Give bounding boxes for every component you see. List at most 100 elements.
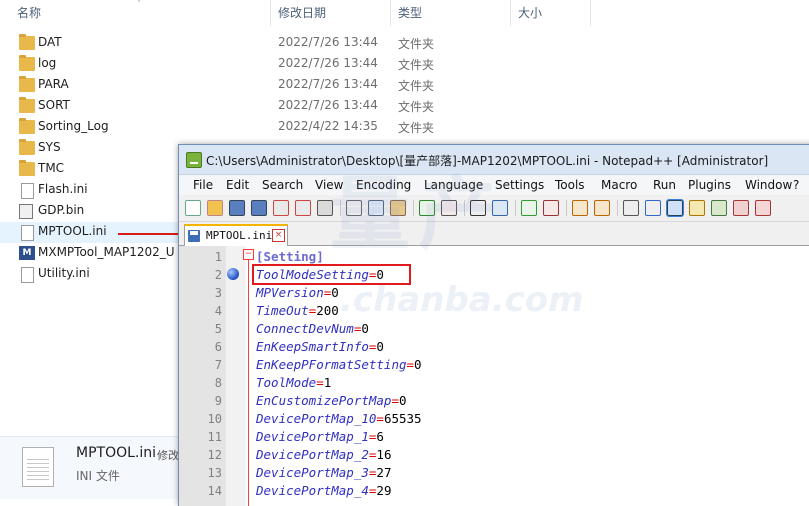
line-number: 4 [214, 304, 222, 318]
doc-map-icon[interactable] [711, 200, 727, 216]
indent-guide-icon[interactable] [666, 199, 684, 217]
line-number: 9 [214, 394, 222, 408]
code-line[interactable]: EnKeepSmartInfo=0 [256, 339, 384, 354]
menu-item-help[interactable]: ? [793, 178, 799, 192]
line-number: 3 [214, 286, 222, 300]
ini-key: DevicePortMap_4 [256, 483, 369, 498]
file-name: TMC [38, 161, 65, 175]
file-date: 2022/7/26 13:44 [278, 35, 378, 49]
close-icon[interactable] [273, 200, 289, 216]
code-line[interactable]: DevicePortMap_1=6 [256, 429, 384, 444]
ini-file-icon [21, 225, 34, 241]
file-name: SORT [38, 98, 70, 112]
column-header-name[interactable]: 名称 [17, 0, 41, 26]
menu-item-file[interactable]: File [193, 178, 213, 192]
ini-key: EnCustomizePortMap [256, 393, 392, 408]
menu-item-macro[interactable]: Macro [601, 178, 637, 192]
file-list-item[interactable]: DAT [0, 33, 180, 54]
code-line[interactable]: DevicePortMap_3=27 [256, 465, 391, 480]
ini-value: 16 [376, 447, 392, 462]
line-number: 1 [214, 250, 222, 264]
save-all-icon[interactable] [251, 200, 267, 216]
code-line[interactable]: MPVersion=0 [256, 285, 339, 300]
file-list-item[interactable]: M MXMPTool_MAP1202_U [0, 243, 180, 264]
column-header-date[interactable]: 修改日期 [278, 0, 326, 26]
wrap-icon[interactable] [623, 200, 639, 216]
function-list-icon[interactable] [733, 200, 749, 216]
ini-key: TimeOut [256, 303, 309, 318]
ini-equals: = [391, 393, 399, 408]
file-list-item[interactable]: Flash.ini [0, 180, 180, 201]
sync-v-icon[interactable] [572, 200, 588, 216]
details-pane: MPTOOL.ini 修改 INI 文件 [0, 436, 180, 499]
column-header-type[interactable]: 类型 [398, 0, 422, 26]
file-type: 文件夹 [398, 121, 435, 135]
show-all-chars-icon[interactable] [645, 200, 661, 216]
toolbar-separator [566, 200, 567, 216]
bookmark-margin[interactable] [226, 246, 246, 506]
file-list-item[interactable]: GDP.bin [0, 201, 180, 222]
tab-mptool-ini[interactable]: MPTOOL.ini × [184, 224, 288, 247]
ini-value: 0 [331, 285, 339, 300]
ini-value: 6 [376, 429, 384, 444]
new-file-icon[interactable] [185, 200, 201, 216]
ini-file-large-icon [22, 447, 54, 487]
close-all-icon[interactable] [295, 200, 311, 216]
save-icon[interactable] [229, 200, 245, 216]
file-list-item[interactable]: SYS [0, 138, 180, 159]
bin-file-icon [19, 204, 33, 219]
file-list-item[interactable]: Utility.ini [0, 264, 180, 285]
column-divider[interactable] [510, 0, 511, 26]
menu-item-edit[interactable]: Edit [226, 178, 249, 192]
ini-value: 0 [399, 393, 407, 408]
folder-icon [19, 160, 35, 176]
zoom-out-icon[interactable] [543, 200, 559, 216]
code-line[interactable]: TimeOut=200 [256, 303, 339, 318]
toolbar-separator [617, 200, 618, 216]
ini-value: 200 [316, 303, 339, 318]
code-line[interactable]: DevicePortMap_2=16 [256, 447, 391, 462]
code-line[interactable]: [Setting] [256, 249, 324, 264]
code-line[interactable]: EnKeepPFormatSetting=0 [256, 357, 422, 372]
bookmark-icon[interactable] [227, 268, 239, 280]
menu-item-search[interactable]: Search [262, 178, 303, 192]
code-line[interactable]: DevicePortMap_4=29 [256, 483, 391, 498]
ini-value: 29 [376, 483, 392, 498]
details-modified-label: 修改 [157, 449, 179, 462]
code-line[interactable]: ToolMode=1 [256, 375, 331, 390]
menu-item-tools[interactable]: Tools [555, 178, 585, 192]
column-divider[interactable] [270, 0, 271, 26]
line-number: 11 [207, 430, 222, 444]
ini-file-icon [21, 267, 34, 283]
file-list-item[interactable]: TMC [0, 159, 180, 180]
column-divider[interactable] [590, 0, 591, 26]
close-tab-icon[interactable]: × [272, 229, 285, 242]
fold-collapse-icon[interactable]: − [243, 249, 254, 260]
udl-icon[interactable] [689, 200, 705, 216]
menu-item-plugins[interactable]: Plugins [688, 178, 731, 192]
code-line[interactable]: DevicePortMap_10=65535 [256, 411, 422, 426]
ini-value: 27 [376, 465, 392, 480]
code-line[interactable]: EnCustomizePortMap=0 [256, 393, 407, 408]
ini-equals: = [316, 375, 324, 390]
code-line[interactable]: ConnectDevNum=0 [256, 321, 369, 336]
fold-line [248, 259, 249, 506]
column-divider[interactable] [390, 0, 391, 26]
sync-h-icon[interactable] [594, 200, 610, 216]
folder-icon [19, 118, 35, 134]
file-type: 文件夹 [398, 58, 435, 72]
file-name: DAT [38, 35, 62, 49]
menu-item-run[interactable]: Run [653, 178, 676, 192]
file-list-item[interactable]: PARA [0, 75, 180, 96]
file-list-item[interactable]: SORT [0, 96, 180, 117]
ini-key: MPVersion [256, 285, 324, 300]
file-list-item[interactable]: log [0, 54, 180, 75]
folder-workspace-icon[interactable] [755, 200, 771, 216]
open-file-icon[interactable] [207, 200, 223, 216]
menu-item-window[interactable]: Window [745, 178, 792, 192]
zoom-in-icon[interactable] [521, 200, 537, 216]
ini-section-header: [Setting] [256, 249, 324, 264]
column-header-size[interactable]: 大小 [518, 0, 542, 26]
file-list-item[interactable]: Sorting_Log [0, 117, 180, 138]
ini-value: 0 [376, 339, 384, 354]
